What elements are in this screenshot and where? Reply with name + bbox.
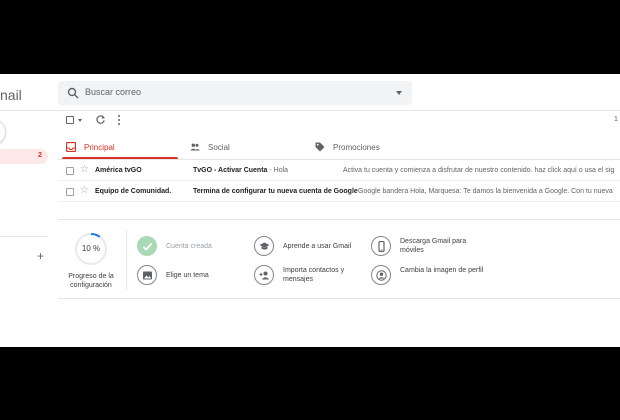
profile-icon: [371, 265, 391, 285]
inbox-icon: [66, 142, 76, 152]
email-sender: Equipo de Comunidad.: [95, 188, 172, 195]
email-row[interactable]: ☆ Equipo de Comunidad. Termina de config…: [58, 182, 620, 202]
email-preview-inline: Hola: [273, 167, 289, 174]
task-descarga-movil[interactable]: Descarga Gmail para móviles: [371, 234, 489, 260]
tabs-divider: [58, 159, 620, 160]
tab-promociones[interactable]: Promociones: [315, 137, 425, 159]
graduation-cap-icon: [254, 236, 274, 256]
pagination-info: 1: [614, 116, 618, 123]
tab-label: Promociones: [333, 143, 380, 152]
search-input[interactable]: Buscar correo: [85, 87, 141, 97]
progress-percentage: 10 %: [81, 244, 101, 253]
select-all-checkbox[interactable]: [66, 116, 74, 124]
setup-progress-panel: 10 % Progreso de la configuración Cuenta…: [58, 220, 620, 298]
check-icon: [137, 236, 157, 256]
tab-label: Social: [208, 143, 230, 152]
task-cambia-perfil[interactable]: Cambia la imagen de perfil: [371, 263, 489, 289]
email-subject: Termina de configurar tu nueva cuenta de…: [193, 188, 358, 195]
add-contact-icon: [254, 265, 274, 285]
gmail-window: nail Buscar correo 2 + 1 Principal Socia…: [0, 74, 620, 347]
progress-label: Progreso de la configuración: [68, 273, 114, 289]
select-options-icon[interactable]: [78, 119, 82, 122]
sidebar-item-inbox[interactable]: 2: [0, 149, 48, 164]
phone-icon: [371, 236, 391, 256]
compose-button[interactable]: [0, 119, 6, 145]
task-label: Aprende a usar Gmail: [283, 243, 352, 250]
task-label: Cuenta creada: [166, 243, 212, 250]
search-bar[interactable]: Buscar correo: [58, 81, 412, 105]
task-label: Cambia la imagen de perfil: [400, 267, 484, 274]
sidebar-divider: [0, 236, 48, 237]
tab-label: Principal: [84, 143, 115, 152]
tab-social[interactable]: Social: [190, 137, 300, 159]
row-checkbox[interactable]: [66, 167, 74, 175]
tag-icon: [315, 142, 325, 152]
more-options-icon[interactable]: [117, 114, 121, 126]
task-label: Importa contactos y mensajes: [283, 267, 345, 283]
email-subject-line: Termina de configurar tu nueva cuenta de…: [193, 188, 362, 195]
email-snippet: Activa tu cuenta y comienza a disfrutar …: [343, 167, 615, 174]
task-label: Elige un tema: [166, 272, 209, 279]
add-label-icon[interactable]: +: [37, 249, 44, 263]
setup-divider: [126, 230, 127, 290]
task-importa-contactos[interactable]: Importa contactos y mensajes: [254, 263, 372, 289]
search-options-icon[interactable]: [396, 91, 402, 95]
email-snippet: Google bandera Hola, Marquesa: Te damos …: [358, 188, 613, 195]
people-icon: [190, 143, 200, 151]
task-cuenta-creada: Cuenta creada: [137, 234, 255, 260]
email-subject: TvGO - Activar Cuenta: [193, 167, 268, 174]
task-aprende-gmail[interactable]: Aprende a usar Gmail: [254, 234, 372, 260]
row-checkbox[interactable]: [66, 188, 74, 196]
search-icon: [67, 87, 79, 99]
gmail-logo-text: nail: [0, 87, 22, 103]
setup-divider-bottom: [58, 298, 620, 299]
refresh-icon[interactable]: [95, 114, 106, 125]
image-icon: [137, 265, 157, 285]
task-elige-tema[interactable]: Elige un tema: [137, 263, 255, 289]
star-icon[interactable]: ☆: [80, 164, 89, 175]
email-subject-line: TvGO - Activar Cuenta - Hola: [193, 167, 288, 174]
star-icon[interactable]: ☆: [80, 185, 89, 196]
email-sender: América tvGO: [95, 167, 142, 174]
task-label: Descarga Gmail para móviles: [400, 238, 467, 254]
tab-principal[interactable]: Principal: [66, 137, 178, 159]
email-row[interactable]: ☆ América tvGO TvGO - Activar Cuenta - H…: [58, 161, 620, 181]
inbox-unread-count: 2: [38, 152, 42, 159]
header-divider: [0, 110, 620, 111]
